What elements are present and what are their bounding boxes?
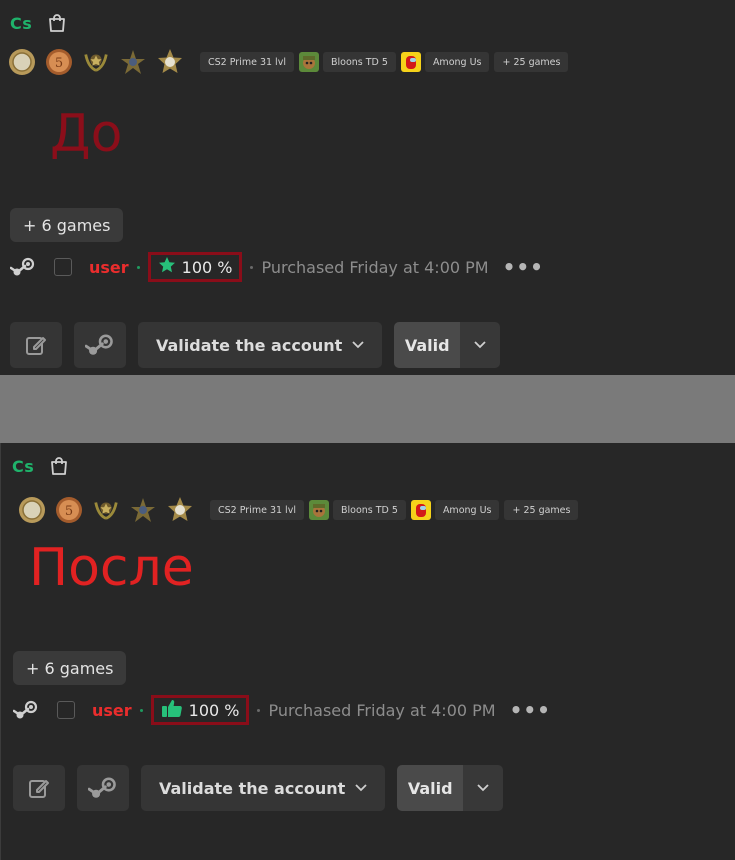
coin-medal-icon [18,496,46,524]
cs2-prime-tag[interactable]: CS2 Prime 31 lvl [200,52,294,72]
among-us-game-icon [410,500,431,520]
shopping-bag-icon[interactable] [48,455,70,477]
more-games-tag[interactable]: + 25 games [494,52,569,72]
service-medal-icon: 5 [45,48,73,76]
wreath-medal-icon [92,496,120,524]
among-us-tag[interactable]: Among Us [424,52,490,72]
valid-split-button: Valid [397,765,504,811]
thumbs-up-icon [161,698,183,722]
more-menu-button[interactable]: ••• [510,698,551,722]
steam-button[interactable] [74,322,126,368]
chevron-down-icon [352,341,364,349]
valid-button[interactable]: Valid [394,322,461,368]
steam-icon[interactable] [9,256,36,278]
user-name[interactable]: user [92,701,132,720]
separator-dot [139,708,143,712]
purchase-date: Purchased Friday at 4:00 PM [268,700,496,720]
edit-button[interactable] [10,322,62,368]
validate-label: Validate the account [156,335,343,355]
user-name[interactable]: user [89,258,129,277]
valid-dropdown-button[interactable] [463,765,504,811]
validate-dropdown[interactable]: Validate the account [141,765,386,811]
rating-badge: 100 % [150,695,250,725]
header-row: Cs [12,455,70,477]
valid-button[interactable]: Valid [397,765,464,811]
among-us-tag[interactable]: Among Us [434,500,500,520]
after-panel: Cs 5 CS2 Prime 31 lvl Bloons TD 5 Among … [0,443,735,860]
before-label: До [50,104,123,164]
bloons-tag[interactable]: Bloons TD 5 [332,500,406,520]
action-bar: Validate the account Valid [10,322,501,368]
chevron-down-icon [474,341,486,349]
cs2-prime-tag[interactable]: CS2 Prime 31 lvl [210,500,304,520]
operation-medal-icon [119,48,147,76]
edit-button[interactable] [13,765,65,811]
games-button[interactable]: + 6 games [10,208,124,242]
separator-dot [257,708,261,712]
action-bar: Validate the account Valid [13,765,504,811]
svg-text:5: 5 [55,56,63,71]
service-medal-icon: 5 [55,496,83,524]
bloons-game-icon [308,500,329,520]
rating-badge: 100 % [147,252,243,282]
more-games-tag[interactable]: + 25 games [504,500,579,520]
bloons-game-icon [298,52,319,72]
bloons-tag[interactable]: Bloons TD 5 [322,52,396,72]
edit-icon [29,780,49,798]
validate-dropdown[interactable]: Validate the account [138,322,383,368]
steam-button[interactable] [77,765,129,811]
cs-logo[interactable]: Cs [10,14,32,33]
header-row: Cs [10,12,68,34]
coin-medal-icon [8,48,36,76]
chevron-down-icon [355,784,367,792]
after-label: После [29,538,194,598]
badges-row: 5 CS2 Prime 31 lvl Bloons TD 5 Among Us … [18,496,583,524]
valid-dropdown-button[interactable] [460,322,501,368]
panel-divider [0,375,735,443]
rating-value: 100 % [181,257,233,277]
wreath-medal-icon [82,48,110,76]
svg-text:5: 5 [65,504,73,519]
separator-dot [250,265,254,269]
separator-dot [136,265,140,269]
operation-medal-icon [129,496,157,524]
games-button[interactable]: + 6 games [13,651,127,685]
before-panel: Cs 5 CS2 Prime 31 lvl Bloons TD 5 Among … [0,0,735,375]
edit-icon [26,337,46,355]
star-medal-icon [156,48,184,76]
account-info-row: user 100 % Purchased Friday at 4:00 PM •… [9,252,544,282]
account-info-row: user 100 % Purchased Friday at 4:00 PM •… [12,695,551,725]
steam-icon [88,777,116,798]
star-icon [158,256,176,278]
purchase-date: Purchased Friday at 4:00 PM [261,257,489,277]
chevron-down-icon [477,784,489,792]
star-medal-icon [166,496,194,524]
cs-logo[interactable]: Cs [12,457,34,476]
rating-value: 100 % [188,700,240,720]
select-checkbox[interactable] [57,701,75,719]
select-checkbox[interactable] [54,258,72,276]
shopping-bag-icon[interactable] [46,12,68,34]
more-menu-button[interactable]: ••• [503,255,544,279]
among-us-game-icon [400,52,421,72]
steam-icon [85,334,113,355]
badges-row: 5 CS2 Prime 31 lvl Bloons TD 5 Among Us … [8,48,573,76]
steam-icon[interactable] [12,699,39,721]
validate-label: Validate the account [159,778,346,798]
valid-split-button: Valid [394,322,501,368]
